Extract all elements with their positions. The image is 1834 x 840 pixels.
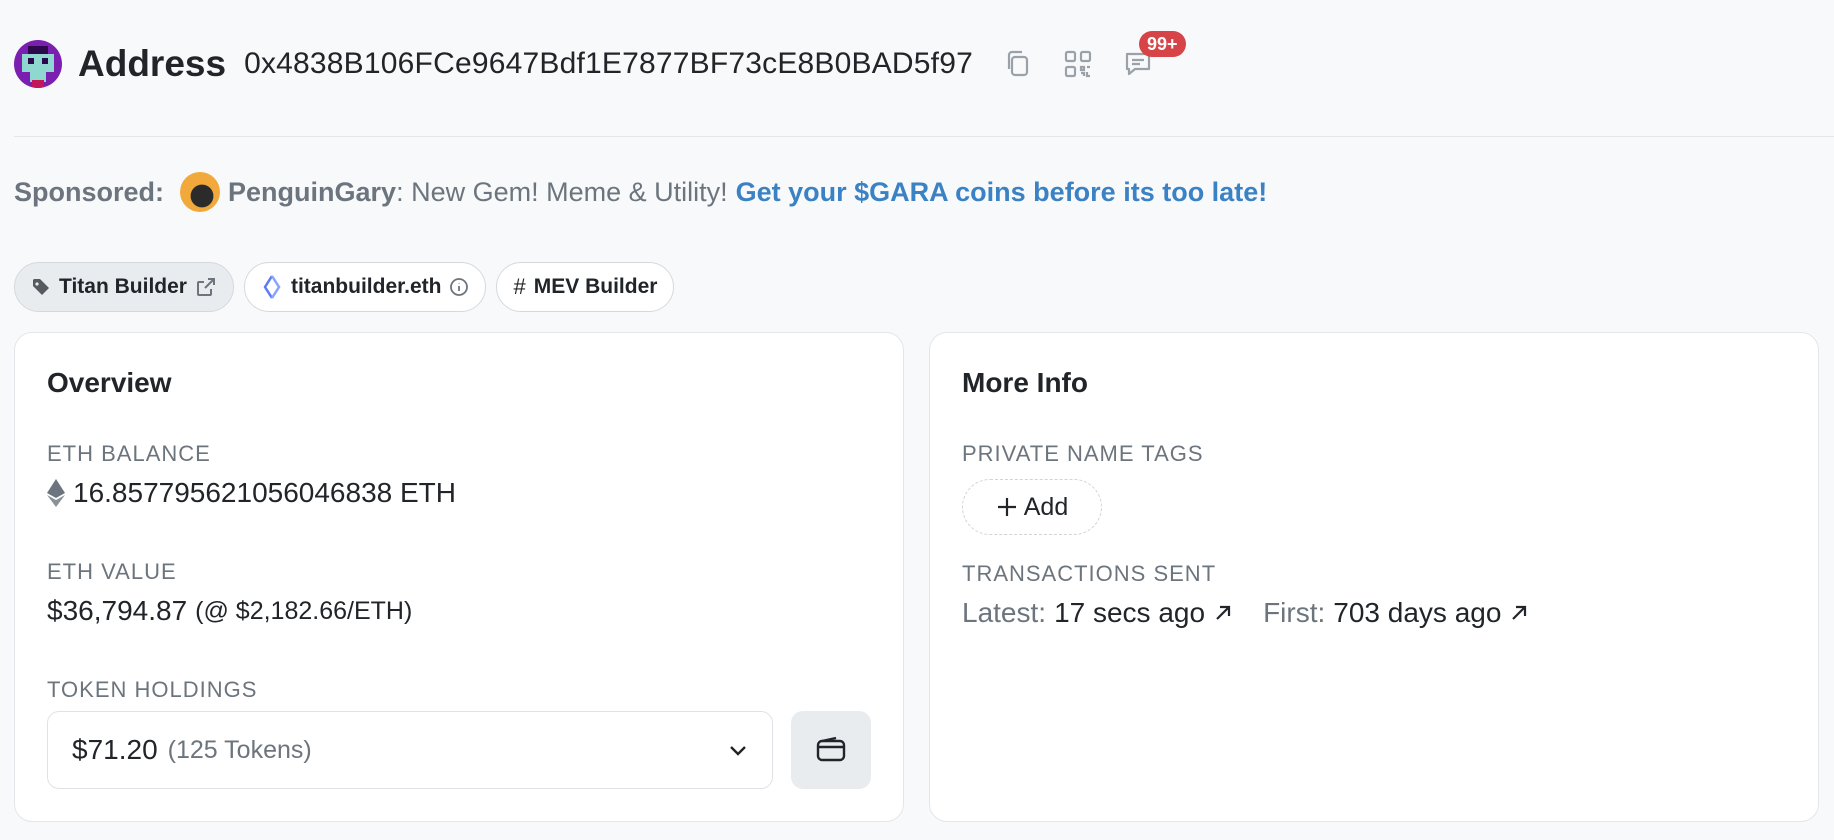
sponsor-text: : New Gem! Meme & Utility! <box>396 176 728 207</box>
sponsored-banner: Sponsored: PenguinGary : New Gem! Meme &… <box>14 170 1267 214</box>
add-label: Add <box>1023 492 1069 521</box>
qr-code-icon[interactable] <box>1061 47 1095 81</box>
tag-titan-builder[interactable]: Titan Builder <box>14 262 234 312</box>
add-private-tag-button[interactable]: Add <box>962 479 1102 535</box>
external-link-icon <box>196 278 215 296</box>
more-info-title: More Info <box>962 367 1088 398</box>
sponsor-name: PenguinGary <box>228 176 397 207</box>
overview-title: Overview <box>47 367 172 398</box>
address-header: Address 0x4838B106FCe9647Bdf1E7877BF73cE… <box>14 31 1834 92</box>
first-tx-link[interactable]: 703 days ago <box>1333 597 1501 629</box>
tag-icon <box>33 279 49 295</box>
eth-value-label: ETH VALUE <box>47 559 177 584</box>
header-divider <box>14 136 1834 137</box>
transactions-sent-label: TRANSACTIONS SENT <box>962 561 1217 586</box>
private-name-tags-label: PRIVATE NAME TAGS <box>962 441 1204 466</box>
tag-label: Titan Builder <box>59 275 187 298</box>
token-count: (125 Tokens) <box>167 735 312 764</box>
eth-value: $36,794.87 (@ $2,182.66/ETH) <box>47 595 412 627</box>
latest-tx-link[interactable]: 17 secs ago <box>1054 597 1205 629</box>
arrow-up-right-icon[interactable] <box>1213 603 1233 623</box>
overview-card: Overview ETH BALANCE 16.8577956210560468… <box>14 332 904 822</box>
token-holdings-label: TOKEN HOLDINGS <box>47 677 258 702</box>
info-icon <box>450 278 469 296</box>
address-tags: Titan Builder titanbuilder.eth # MEV Bui… <box>14 262 675 312</box>
chevron-down-icon <box>730 746 746 756</box>
ens-icon <box>263 275 281 299</box>
eth-balance: 16.857795621056046838 ETH <box>47 477 456 509</box>
eth-balance-value: 16.857795621056046838 ETH <box>73 477 457 508</box>
ethereum-icon <box>47 479 65 507</box>
copy-icon[interactable] <box>1001 47 1035 81</box>
token-holdings-dropdown[interactable]: $71.20 (125 Tokens) <box>47 711 773 789</box>
tag-label: titanbuilder.eth <box>290 275 442 298</box>
comments-badge: 99+ <box>1139 31 1186 57</box>
comments-icon[interactable]: 99+ <box>1121 31 1186 81</box>
transactions-sent: Latest: 17 secs ago First: 703 days ago <box>962 597 1529 629</box>
tag-mev-builder[interactable]: # MEV Builder <box>496 262 675 312</box>
eth-price: (@ $2,182.66/ETH) <box>195 596 413 625</box>
hash-icon: # <box>513 274 526 299</box>
wallet-button[interactable] <box>791 711 871 789</box>
sponsor-logo <box>180 172 221 212</box>
sponsored-label: Sponsored: <box>14 176 165 207</box>
token-value: $71.20 <box>72 734 158 765</box>
sponsor-link[interactable]: Get your $GARA coins before its too late… <box>736 177 1268 208</box>
plus-icon <box>997 498 1016 516</box>
address-hash[interactable]: 0x4838B106FCe9647Bdf1E7877BF73cE8B0BAD5f… <box>244 47 973 81</box>
eth-value-amount: $36,794.87 <box>47 595 188 626</box>
arrow-up-right-icon[interactable] <box>1509 603 1529 623</box>
wallet-icon <box>816 736 846 762</box>
latest-key: Latest: <box>962 597 1047 628</box>
first-key: First: <box>1263 597 1326 628</box>
address-avatar <box>14 40 62 88</box>
more-info-card: More Info PRIVATE NAME TAGS Add TRANSACT… <box>929 332 1819 822</box>
tag-ens[interactable]: titanbuilder.eth <box>243 262 487 312</box>
page-title: Address <box>78 43 227 84</box>
eth-balance-label: ETH BALANCE <box>47 441 211 466</box>
tag-label: MEV Builder <box>533 275 658 298</box>
